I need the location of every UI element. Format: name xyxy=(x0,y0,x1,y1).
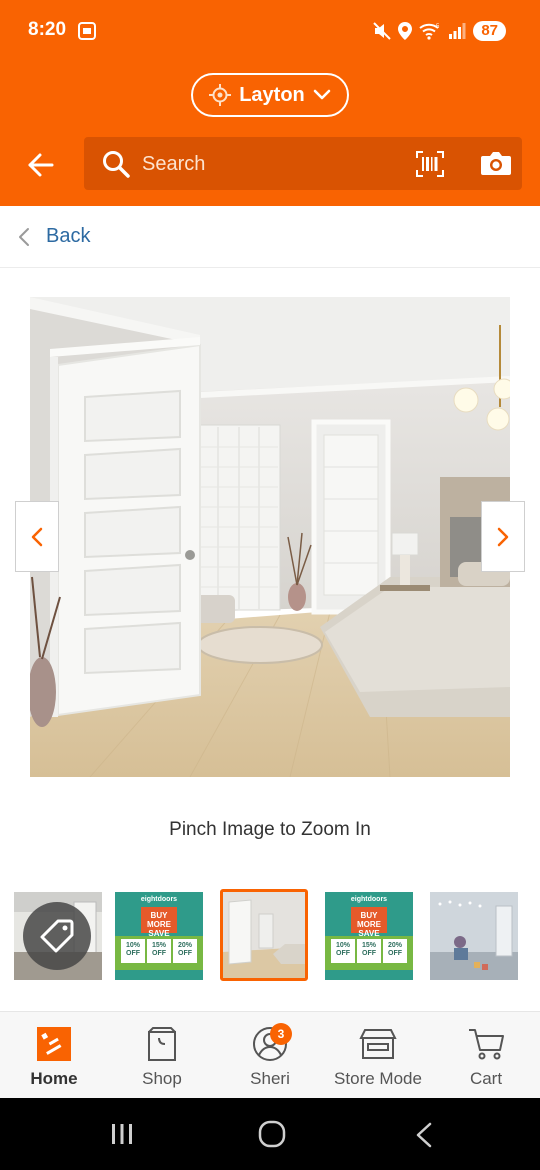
promo-off-label: 10% OFF xyxy=(331,939,355,963)
mute-icon xyxy=(373,22,392,40)
promo-off-label: 15% OFF xyxy=(357,939,381,963)
cart-icon xyxy=(469,1029,504,1060)
chevron-down-icon xyxy=(313,89,331,100)
chevron-right-icon xyxy=(497,527,509,546)
home-icon[interactable] xyxy=(258,1120,286,1148)
thumbnail-selected[interactable] xyxy=(220,889,308,981)
price-tag-button[interactable] xyxy=(23,902,91,970)
signal-icon xyxy=(449,23,466,39)
shop-bag-icon xyxy=(148,1027,176,1061)
battery-indicator: 87 xyxy=(473,21,506,41)
recent-apps-icon[interactable] xyxy=(110,1122,134,1146)
wifi-band-label: 5 xyxy=(436,24,440,30)
app-header: Layton xyxy=(0,50,540,206)
nav-label: Shop xyxy=(142,1069,182,1088)
android-nav-bar xyxy=(0,1098,540,1170)
search-icon xyxy=(103,151,130,178)
nav-home[interactable]: Home xyxy=(0,1012,108,1099)
notification-badge: 3 xyxy=(270,1023,292,1045)
promo-brand: eightdoors xyxy=(350,896,388,903)
carousel-prev-button[interactable] xyxy=(15,501,59,572)
kids-room-thumbnail-image xyxy=(430,892,518,980)
nav-label: Sheri xyxy=(250,1069,290,1088)
back-arrow-icon[interactable] xyxy=(26,150,56,180)
promo-thumbnail-image: eightdoors BUY MORE SAVE MORE 10% OFF 15… xyxy=(115,892,203,980)
store-icon xyxy=(359,1029,397,1059)
zoom-hint: Pinch Image to Zoom In xyxy=(169,819,371,840)
status-bar: 8:20 5 87 xyxy=(0,0,540,50)
price-tag-icon xyxy=(40,919,74,953)
thumbnail[interactable] xyxy=(430,892,518,980)
thumbnail[interactable]: eightdoors BUY MORE SAVE MORE 10% OFF 15… xyxy=(115,892,203,980)
carousel-next-button[interactable] xyxy=(481,501,525,572)
nav-account[interactable]: 3 Sheri xyxy=(216,1012,324,1099)
barcode-scan-icon[interactable] xyxy=(416,151,444,177)
store-selector[interactable]: Layton xyxy=(191,73,349,117)
promo-off-label: 10% OFF xyxy=(121,939,145,963)
promo-brand: eightdoors xyxy=(140,896,178,903)
wifi-icon: 5 xyxy=(419,23,440,40)
crosshair-location-icon xyxy=(209,84,232,106)
chevron-left-icon xyxy=(31,527,43,546)
promo-off-label: 20% OFF xyxy=(173,939,197,963)
search-input[interactable] xyxy=(142,152,372,176)
nav-cart[interactable]: Cart xyxy=(432,1012,540,1099)
status-icons: 5 87 xyxy=(373,20,506,42)
location-icon xyxy=(398,22,413,40)
nav-label: Home xyxy=(30,1069,78,1088)
nav-label: Cart xyxy=(469,1069,503,1088)
thumbnail[interactable]: eightdoors BUY MORE SAVE MORE 10% OFF 15… xyxy=(325,892,413,980)
promo-save-text: BUY MORE SAVE MORE xyxy=(351,907,387,947)
product-image[interactable] xyxy=(30,297,510,777)
back-nav-icon[interactable] xyxy=(414,1122,434,1148)
promo-thumbnail-image: eightdoors BUY MORE SAVE MORE 10% OFF 15… xyxy=(325,892,413,980)
promo-off-label: 15% OFF xyxy=(147,939,171,963)
camera-icon[interactable] xyxy=(480,149,512,177)
bedroom-door-photo xyxy=(30,297,510,777)
back-link[interactable]: Back xyxy=(46,225,90,248)
status-time: 8:20 xyxy=(28,19,67,40)
nav-store-mode[interactable]: Store Mode xyxy=(324,1012,432,1099)
bottom-nav: Home Shop 3 Sheri Store Mode Cart xyxy=(0,1011,540,1098)
home-depot-logo-icon xyxy=(37,1027,71,1061)
store-name: Layton xyxy=(239,83,305,106)
search-bar[interactable] xyxy=(84,137,522,190)
nav-label: Store Mode xyxy=(334,1069,422,1088)
back-row[interactable]: Back xyxy=(0,206,540,268)
promo-off-label: 20% OFF xyxy=(383,939,407,963)
room-thumbnail-image xyxy=(223,892,305,978)
nav-shop[interactable]: Shop xyxy=(108,1012,216,1099)
screenshot-icon xyxy=(78,22,96,40)
promo-save-text: BUY MORE SAVE MORE xyxy=(141,907,177,947)
chevron-left-icon xyxy=(19,227,29,246)
